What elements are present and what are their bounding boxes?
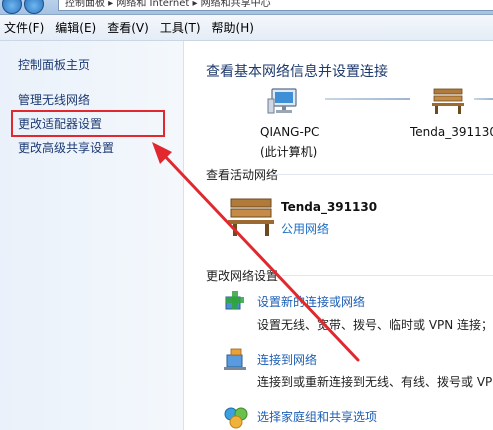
sidebar-item-manage-wireless[interactable]: 管理无线网络 [18, 91, 90, 108]
new-connection-icon [225, 291, 244, 310]
page-title: 查看基本网络信息并设置连接 [206, 64, 388, 80]
main-content: 查看基本网络信息并设置连接 QIANG-PC (此计算机) Tenda_3911… [184, 41, 493, 430]
address-path: 控制面板 ▸ 网络和 Internet ▸ 网络和共享中心 [65, 0, 271, 9]
task-setup-desc: 设置无线、宽带、拨号、临时或 VPN 连接；或 [257, 318, 493, 332]
menu-tools[interactable]: 工具(T) [156, 19, 208, 36]
network-type-link[interactable]: 公用网络 [281, 220, 329, 237]
back-button[interactable] [2, 0, 22, 14]
task-connect-to-network[interactable]: 连接到网络 [257, 351, 317, 368]
task-homegroup-sharing[interactable]: 选择家庭组和共享选项 [257, 408, 377, 425]
task-setup-new-connection[interactable]: 设置新的连接或网络 [257, 293, 365, 310]
divider [269, 174, 493, 175]
connect-network-icon [224, 348, 246, 370]
sidebar-item-advanced-sharing[interactable]: 更改高级共享设置 [18, 139, 114, 156]
task-connect-desc: 连接到或重新连接到无线、有线、拨号或 VPN [257, 375, 493, 389]
homegroup-icon [224, 407, 248, 429]
divider [282, 275, 493, 276]
address-bar-strip: 控制面板 ▸ 网络和 Internet ▸ 网络和共享中心 [0, 0, 493, 15]
bench-large-icon [228, 198, 274, 236]
highlight-box [11, 110, 165, 137]
map-link-line [325, 98, 410, 100]
address-bar[interactable]: 控制面板 ▸ 网络和 Internet ▸ 网络和共享中心 [58, 0, 493, 11]
menu-file[interactable]: 文件(F) [0, 19, 51, 36]
menu-edit[interactable]: 编辑(E) [51, 19, 103, 36]
map-link-line-2 [474, 98, 493, 100]
sidebar: 控制面板主页 管理无线网络 更改适配器设置 更改高级共享设置 [0, 41, 184, 430]
sidebar-item-control-panel-home[interactable]: 控制面板主页 [18, 56, 90, 73]
active-networks-label: 查看活动网络 [206, 168, 279, 182]
menu-help[interactable]: 帮助(H) [208, 19, 261, 36]
computer-sub-label: (此计算机) [260, 145, 318, 159]
map-network-name[interactable]: Tenda_391130 [410, 125, 493, 139]
menu-view[interactable]: 查看(V) [103, 19, 156, 36]
change-settings-label: 更改网络设置 [206, 269, 279, 283]
bench-icon [432, 88, 464, 114]
forward-button[interactable] [24, 0, 44, 14]
computer-name: QIANG-PC [260, 125, 320, 139]
computer-icon [267, 88, 297, 114]
menu-bar: 文件(F) 编辑(E) 查看(V) 工具(T) 帮助(H) [0, 15, 493, 41]
active-network-name: Tenda_391130 [281, 200, 378, 214]
